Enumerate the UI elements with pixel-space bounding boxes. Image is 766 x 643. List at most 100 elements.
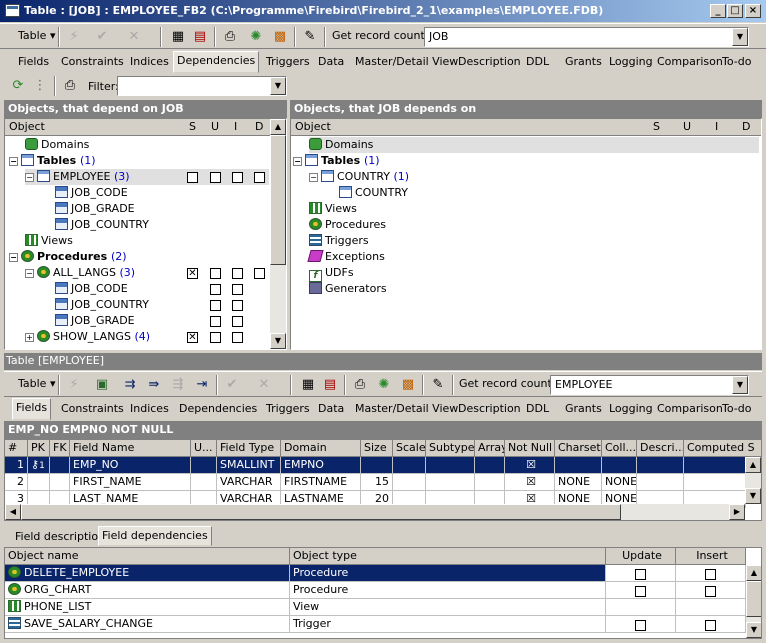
tab-fields[interactable]: Fields — [12, 398, 52, 420]
scroll-thumb[interactable] — [746, 581, 761, 617]
col-header[interactable]: Charset — [555, 440, 602, 457]
update-checkbox[interactable] — [635, 569, 646, 580]
dependencies-tree-icon[interactable]: ▩ — [272, 29, 288, 45]
checkbox-u[interactable] — [210, 172, 221, 183]
table-menu-button[interactable]: Table ▾ — [14, 374, 59, 396]
checkbox-d[interactable] — [254, 172, 265, 183]
fields-grid-hscroll[interactable]: ◀ ▶ — [5, 504, 745, 520]
hscroll-thumb[interactable] — [21, 504, 621, 520]
tree-item[interactable]: JOB_COUNTRY — [55, 217, 149, 233]
tree-item[interactable]: JOB_GRADE — [55, 313, 135, 329]
checkbox-i[interactable] — [232, 316, 243, 327]
table-select[interactable]: EMPLOYEE ▼ — [550, 375, 749, 395]
col-header[interactable]: Scale — [393, 440, 426, 457]
fields-grid-vscroll[interactable]: ▲ ▼ — [745, 457, 761, 504]
tree-item[interactable]: Domains — [309, 137, 759, 153]
scroll-up-icon[interactable]: ▲ — [745, 457, 761, 473]
minimize-button[interactable]: _ — [710, 4, 726, 18]
tab-logging[interactable]: Logging — [606, 400, 656, 420]
tab-grants[interactable]: Grants — [562, 53, 605, 73]
tree-item[interactable]: JOB_COUNTRY — [55, 297, 149, 313]
chevron-down-icon[interactable]: ▼ — [732, 28, 748, 46]
tab-to-do[interactable]: To-do — [719, 400, 754, 420]
checkbox-u[interactable] — [210, 332, 221, 343]
tree-item[interactable]: − Procedures (2) — [9, 249, 127, 265]
refresh-icon[interactable]: ⟳ — [10, 78, 26, 94]
grid-icon[interactable]: ▦ — [300, 377, 316, 393]
collapse-icon[interactable]: − — [9, 253, 18, 262]
col-header[interactable]: Array — [475, 440, 505, 457]
tab-indices[interactable]: Indices — [127, 400, 172, 420]
col-header[interactable]: Domain — [281, 440, 361, 457]
commit-icon[interactable]: ✔ — [224, 377, 240, 393]
left-tree[interactable]: Object S U I D Domains − Tables (1) − EMPL… — [4, 118, 287, 350]
chevron-down-icon[interactable]: ▼ — [270, 77, 286, 95]
fields-grid[interactable]: # PK FK Field Name U... Field Type Domai… — [4, 439, 762, 521]
col-header[interactable]: # — [5, 440, 28, 457]
field-dependencies-grid[interactable]: Object name Object type Update Insert DE… — [4, 547, 762, 639]
tab-comparison[interactable]: Comparison — [654, 53, 726, 73]
checkbox-i[interactable] — [232, 284, 243, 295]
tab-field-dependencies[interactable]: Field dependencies — [98, 526, 212, 546]
tab-ddl[interactable]: DDL — [523, 53, 552, 73]
col-header[interactable]: Update — [606, 548, 676, 565]
collapse-icon[interactable]: − — [25, 173, 34, 182]
checkbox-i[interactable] — [232, 332, 243, 343]
tree-item[interactable]: JOB_CODE — [55, 281, 128, 297]
tree-item[interactable]: JOB_GRADE — [55, 201, 135, 217]
insert-checkbox[interactable] — [705, 620, 716, 631]
tree-item[interactable]: Generators — [309, 281, 387, 297]
tab-to-do[interactable]: To-do — [719, 53, 754, 73]
col-header[interactable]: PK — [28, 440, 50, 457]
col-header[interactable]: Subtype — [426, 440, 475, 457]
tab-ddl[interactable]: DDL — [523, 400, 552, 420]
col-header[interactable]: Coll... — [602, 440, 637, 457]
checkbox-i[interactable] — [232, 268, 243, 279]
update-checkbox[interactable] — [635, 586, 646, 597]
tree-item[interactable]: − ALL_LANGS (3) — [25, 265, 135, 281]
not-null-checkbox[interactable]: ☒ — [505, 474, 555, 491]
col-header[interactable]: Computed S — [684, 440, 761, 457]
tab-indices[interactable]: Indices — [127, 53, 172, 73]
not-null-checkbox[interactable]: ☒ — [505, 457, 555, 474]
lookup-icon[interactable]: ▣ — [94, 377, 110, 393]
tab-dependencies[interactable]: Dependencies — [173, 51, 260, 73]
tree-item[interactable]: f UDFs — [309, 265, 354, 282]
table-select[interactable]: JOB ▼ — [424, 27, 749, 47]
chevron-down-icon[interactable]: ▼ — [732, 376, 748, 394]
properties-icon[interactable]: ✺ — [376, 377, 392, 393]
collapse-icon[interactable]: − — [309, 173, 318, 182]
compile-icon[interactable]: ⚡ — [66, 29, 82, 45]
tab-triggers[interactable]: Triggers — [263, 400, 313, 420]
tab-constraints[interactable]: Constraints — [58, 53, 127, 73]
col-header[interactable]: Object type — [290, 548, 606, 565]
tree-item[interactable]: − Tables (1) — [9, 153, 96, 169]
insert-field-icon[interactable]: ⇛ — [146, 377, 162, 393]
tree-item[interactable]: Exceptions — [307, 249, 385, 265]
dependencies-tree-icon[interactable]: ▩ — [400, 377, 416, 393]
tab-data[interactable]: Data — [315, 53, 347, 73]
properties-icon[interactable]: ✺ — [248, 29, 264, 45]
checkbox-u[interactable] — [210, 300, 221, 311]
checkbox-u[interactable] — [210, 284, 221, 295]
tree-item[interactable]: − COUNTRY (1) — [309, 169, 409, 185]
col-header[interactable]: FK — [50, 440, 70, 457]
scroll-up-icon[interactable]: ▲ — [270, 119, 286, 135]
col-header[interactable]: Size — [361, 440, 393, 457]
calendar-icon[interactable]: ▤ — [192, 29, 208, 45]
compile-icon[interactable]: ⚡ — [66, 377, 82, 393]
tree-item[interactable]: − Tables (1) — [293, 153, 380, 169]
tab-logging[interactable]: Logging — [606, 53, 656, 73]
col-header[interactable]: Field Type — [217, 440, 281, 457]
get-record-count-button[interactable]: Get record count — [328, 26, 429, 48]
col-header[interactable]: Insert — [676, 548, 746, 565]
col-header[interactable]: Object name — [5, 548, 290, 565]
tab-description[interactable]: Description — [455, 400, 524, 420]
tab-master-detail-view[interactable]: Master/Detail View — [352, 53, 461, 73]
grid-icon[interactable]: ▦ — [170, 29, 186, 45]
add-field-icon[interactable]: ⇉ — [122, 377, 138, 393]
checkbox-s[interactable]: ✕ — [187, 268, 198, 279]
calendar-icon[interactable]: ▤ — [322, 377, 338, 393]
collapse-icon[interactable]: − — [9, 157, 18, 166]
delete-field-icon[interactable]: ⇶ — [170, 377, 186, 393]
